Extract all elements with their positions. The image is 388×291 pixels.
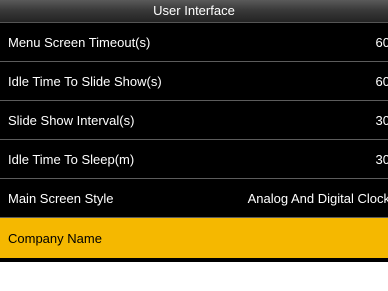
- menu-item-main-screen-style[interactable]: Main Screen Style Analog And Digital Clo…: [0, 179, 388, 218]
- menu-item-slide-show-interval[interactable]: Slide Show Interval(s) 30: [0, 101, 388, 140]
- menu-item-idle-time-to-slide-show[interactable]: Idle Time To Slide Show(s) 60: [0, 62, 388, 101]
- menu-item-menu-screen-timeout[interactable]: Menu Screen Timeout(s) 60: [0, 23, 388, 62]
- menu-item-label: Idle Time To Sleep(m): [8, 151, 135, 167]
- menu-item-label: Menu Screen Timeout(s): [8, 34, 151, 50]
- menu-item-idle-time-to-sleep[interactable]: Idle Time To Sleep(m) 30: [0, 140, 388, 179]
- menu-item-value: Analog And Digital Clock: [247, 190, 388, 206]
- menu-item-value: 30: [375, 112, 388, 128]
- page-title: User Interface: [0, 0, 388, 23]
- menu-item-value: 30: [375, 151, 388, 167]
- menu-item-company-name[interactable]: Company Name: [0, 218, 388, 258]
- menu-item-label: Company Name: [8, 230, 102, 246]
- menu-item-value: 60: [375, 73, 388, 89]
- menu-item-label: Idle Time To Slide Show(s): [8, 73, 162, 89]
- menu-item-label: Main Screen Style: [8, 190, 114, 206]
- menu-item-label: Slide Show Interval(s): [8, 112, 135, 128]
- device-screen: User Interface Menu Screen Timeout(s) 60…: [0, 0, 388, 262]
- settings-menu: Menu Screen Timeout(s) 60 Idle Time To S…: [0, 23, 388, 258]
- menu-item-value: 60: [375, 34, 388, 50]
